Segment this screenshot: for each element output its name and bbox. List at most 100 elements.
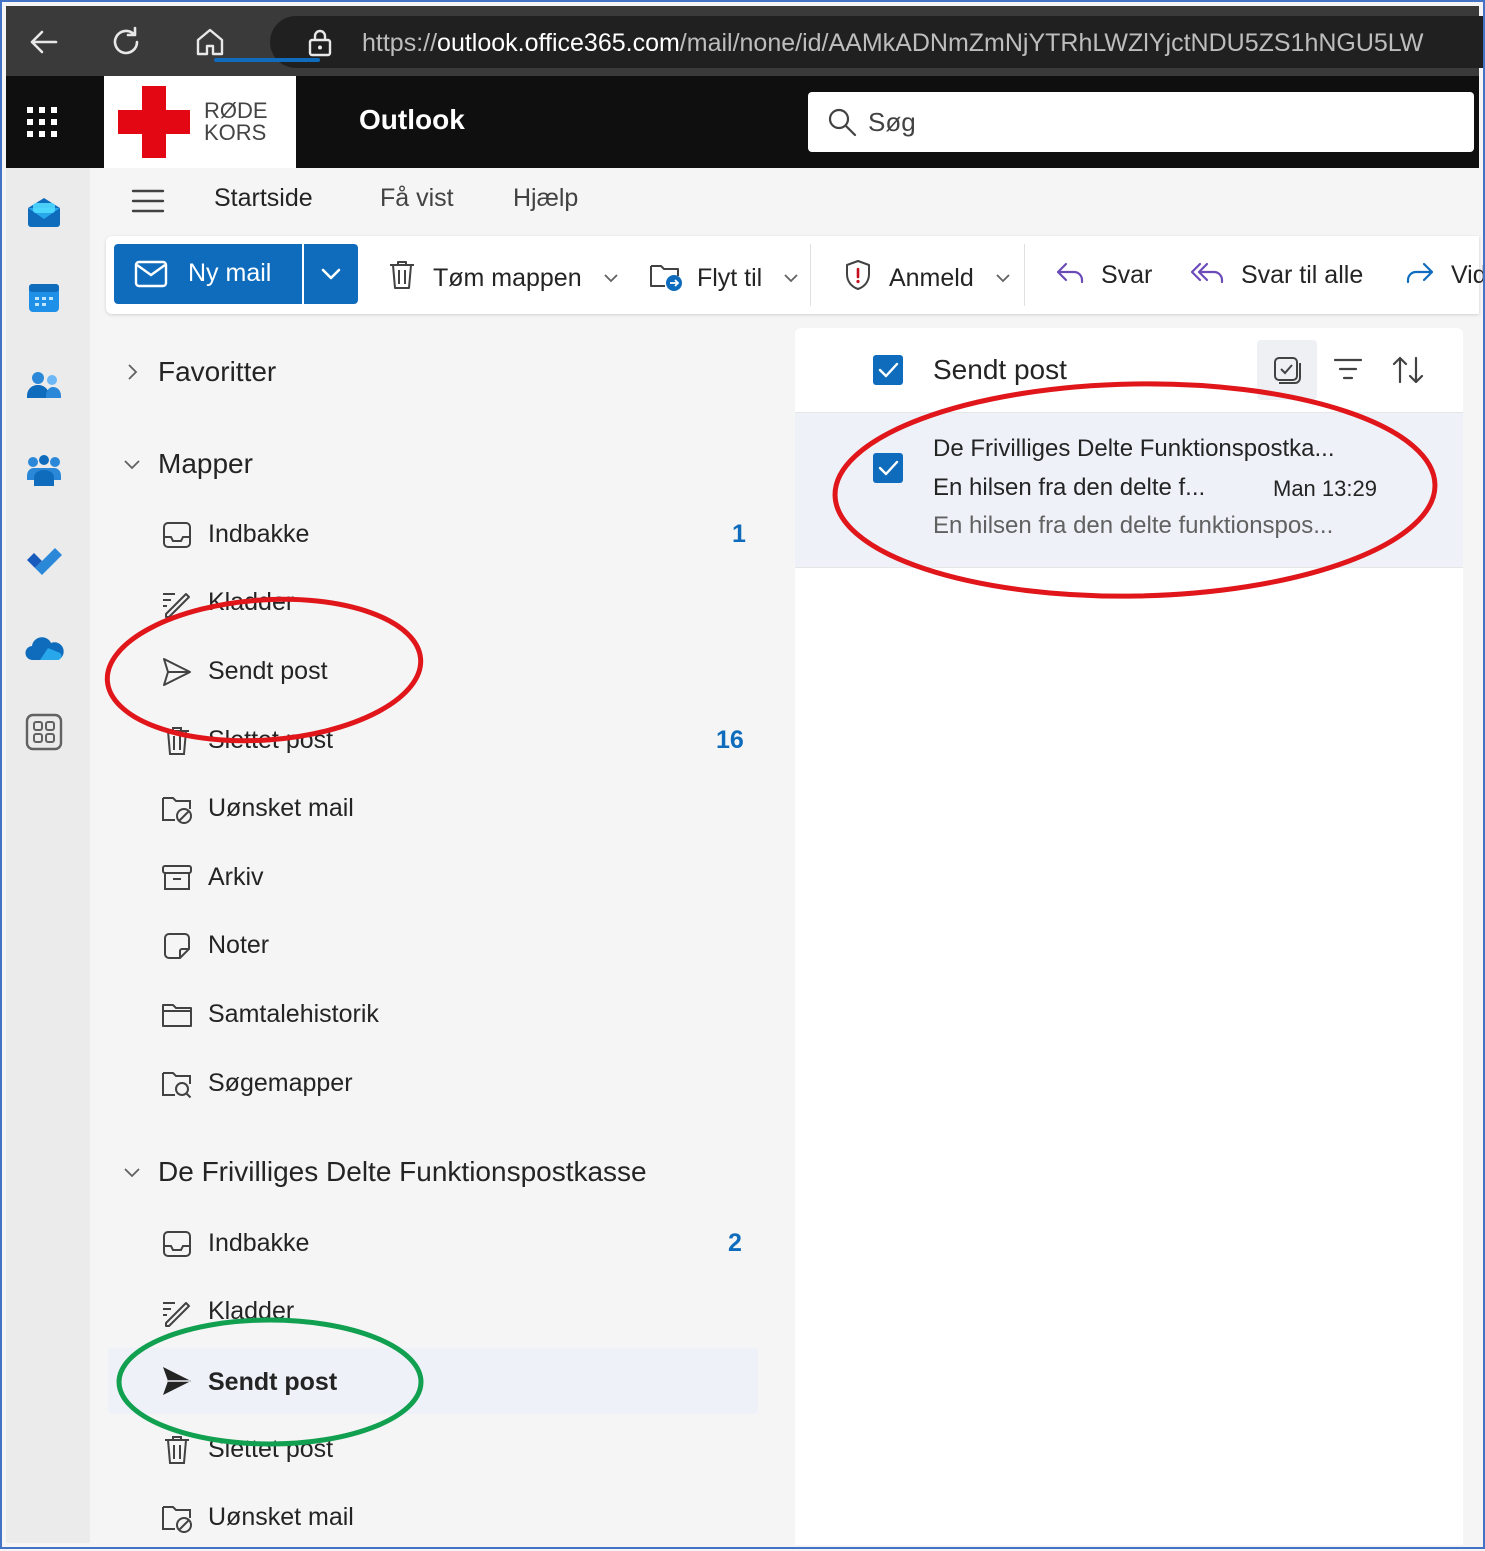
chevron-down-icon (124, 460, 140, 470)
back-icon[interactable] (22, 20, 66, 64)
select-messages-icon (1274, 357, 1301, 384)
folder-label: Uønsket mail (208, 1503, 354, 1531)
tab-startside[interactable]: Startside (214, 184, 313, 213)
folder-item-samtalehistorik[interactable]: Samtalehistorik (108, 984, 758, 1048)
drafts-pencil-icon (163, 593, 190, 618)
message-subject: En hilsen fra den delte f... (933, 474, 1206, 501)
ribbon-divider (1024, 244, 1025, 306)
message-item[interactable]: De Frivilliges Delte Funktionspostka... … (795, 413, 1463, 568)
chevron-right-icon (128, 364, 138, 380)
tab-hjaelp[interactable]: Hjælp (513, 184, 578, 213)
shared-folder-item-sendt-post[interactable]: Sendt post (108, 1348, 758, 1414)
archive-icon (162, 865, 192, 890)
hamburger-menu-icon[interactable] (130, 186, 166, 221)
checkmark-icon (878, 362, 899, 378)
folder-item-kladder[interactable]: Kladder (108, 572, 758, 636)
junk-folder-icon (162, 797, 192, 824)
ribbon-tabs: Startside Få vist Hjælp (90, 168, 1479, 234)
mail-app-icon[interactable] (24, 192, 64, 232)
address-bar[interactable]: https://outlook.office365.com/mail/none/… (270, 16, 1485, 68)
outlook-header: RØDE KORS Outlook Søg (6, 76, 1479, 168)
url-prefix: https:// (362, 29, 438, 57)
logo-line-2: KORS (204, 120, 267, 145)
folder-item-sendt-post[interactable]: Sendt post (108, 641, 758, 705)
new-mail-button[interactable]: Ny mail (114, 244, 302, 304)
forward-icon (1406, 262, 1434, 284)
calendar-app-icon[interactable] (24, 278, 64, 318)
folder-item-indbakke[interactable]: Indbakke 1 (108, 504, 758, 568)
folder-label: Arkiv (208, 863, 264, 891)
trash-icon (165, 1436, 189, 1464)
folder-title: Sendt post (933, 354, 1067, 385)
tab-faa-vist[interactable]: Få vist (380, 184, 454, 213)
move-folder-icon (650, 265, 682, 291)
trash-icon (390, 261, 414, 289)
folder-label: Slettet post (208, 1435, 334, 1463)
new-mail-dropdown[interactable] (304, 244, 358, 304)
groups-app-icon[interactable] (24, 452, 64, 492)
message-sender: De Frivilliges Delte Funktionspostka... (933, 435, 1335, 462)
shared-folder-item-indbakke[interactable]: Indbakke 2 (108, 1213, 758, 1277)
folder-item-uoensket-mail[interactable]: Uønsket mail (108, 778, 758, 842)
folder-icon (162, 1004, 192, 1027)
select-mode-button[interactable] (1257, 340, 1317, 400)
sort-icon[interactable] (1391, 354, 1425, 391)
app-launcher-icon[interactable] (26, 106, 58, 138)
shared-folder-item-uoensket-mail[interactable]: Uønsket mail (108, 1487, 758, 1551)
chevron-down-icon (996, 274, 1010, 283)
empty-folder-label: Tøm mappen (432, 264, 582, 292)
shared-folder-item-slettet-post[interactable]: Slettet post (108, 1419, 758, 1483)
unread-count: 1 (732, 520, 746, 548)
forward-button[interactable]: Vid (1404, 258, 1485, 290)
logo-line-1: RØDE (204, 98, 268, 123)
inbox-icon (163, 1231, 191, 1257)
message-list-header: Sendt post (795, 328, 1463, 413)
message-time: Man 13:29 (1273, 476, 1377, 501)
message-list-pane: Sendt post De Frivilliges Delte Funktion… (795, 328, 1463, 1545)
reply-icon (1056, 262, 1084, 284)
reply-button[interactable]: Svar (1054, 258, 1152, 290)
browser-toolbar: https://outlook.office365.com/mail/none/… (6, 6, 1485, 76)
folder-label: Noter (208, 931, 270, 959)
move-to-button[interactable]: Flyt til (648, 258, 799, 293)
todo-app-icon[interactable] (24, 540, 64, 580)
folder-label: Kladder (208, 588, 295, 616)
refresh-icon[interactable] (104, 20, 148, 64)
folder-item-noter[interactable]: Noter (108, 915, 758, 979)
junk-folder-icon (162, 1506, 192, 1533)
mailbox-name: De Frivilliges Delte Funktionspostkasse (158, 1156, 647, 1187)
drafts-pencil-icon (163, 1302, 190, 1327)
filter-icon[interactable] (1333, 356, 1363, 387)
chevron-down-icon (124, 1168, 140, 1178)
more-apps-icon[interactable] (24, 712, 64, 752)
red-cross-logo: RØDE KORS (104, 76, 296, 168)
report-label: Anmeld (888, 264, 974, 292)
folder-item-soegemapper[interactable]: Søgemapper (108, 1053, 758, 1117)
favorites-section-header[interactable]: Favoritter (108, 344, 758, 404)
search-input[interactable]: Søg (808, 92, 1474, 152)
folder-item-slettet-post[interactable]: Slettet post 16 (108, 710, 758, 774)
mailbox-header-shared[interactable]: De Frivilliges Delte Funktionspostkasse (108, 1144, 758, 1204)
unread-count: 16 (716, 726, 744, 754)
favorites-label: Favoritter (158, 356, 277, 387)
checkmark-icon (878, 460, 899, 476)
trash-icon (165, 727, 189, 755)
message-checkbox[interactable] (873, 453, 903, 483)
reply-all-button[interactable]: Svar til alle (1190, 258, 1363, 290)
select-all-checkbox[interactable] (873, 355, 903, 385)
people-app-icon[interactable] (24, 366, 64, 406)
inbox-icon (163, 522, 191, 548)
folder-label: Samtalehistorik (208, 1000, 379, 1028)
app-title: Outlook (359, 104, 465, 135)
send-filled-icon (163, 1367, 191, 1395)
folder-item-arkiv[interactable]: Arkiv (108, 847, 758, 911)
onedrive-app-icon[interactable] (24, 630, 64, 670)
report-button[interactable]: Anmeld (842, 258, 1011, 293)
folder-label: Sendt post (208, 1368, 338, 1396)
mail-icon (134, 260, 168, 293)
chevron-down-icon (320, 264, 342, 289)
note-icon (164, 933, 190, 959)
mailbox-header-mapper[interactable]: Mapper (108, 436, 758, 496)
shared-folder-item-kladder[interactable]: Kladder (108, 1281, 758, 1345)
empty-folder-button[interactable]: Tøm mappen (386, 258, 619, 293)
